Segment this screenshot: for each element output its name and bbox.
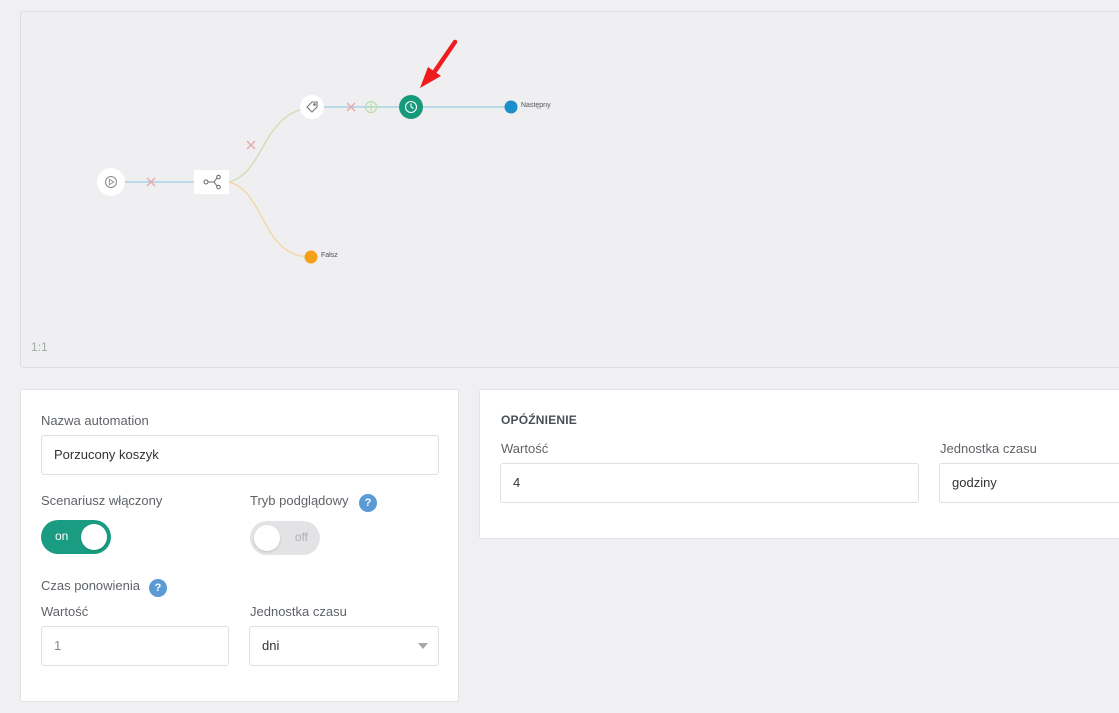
add-step-icon xyxy=(364,100,378,114)
false-output-dot xyxy=(304,250,318,264)
delay-settings-panel: OPÓŹNIENIE Wartość 4 Jednostka czasu god… xyxy=(479,389,1119,539)
toggle-off-text: off xyxy=(294,530,308,544)
next-output-dot xyxy=(504,100,518,114)
scenario-enabled-label: Scenariusz włączony xyxy=(41,493,163,508)
remove-connection-icon xyxy=(246,140,256,150)
chevron-down-icon xyxy=(418,643,428,649)
zoom-level: 1:1 xyxy=(31,340,48,354)
preview-mode-toggle[interactable]: off xyxy=(250,521,320,555)
workflow-canvas[interactable]: Następny Fałsz 1:1 xyxy=(20,11,1119,368)
preview-help-icon[interactable]: ? xyxy=(359,494,377,512)
automation-name-label: Nazwa automation xyxy=(41,413,149,428)
automation-settings-panel: Nazwa automation Porzucony koszyk Scenar… xyxy=(20,389,459,702)
connector-true-branch xyxy=(228,106,314,183)
retry-unit-select[interactable]: dni xyxy=(249,626,439,666)
retry-unit-label: Jednostka czasu xyxy=(250,604,347,619)
delay-unit-select[interactable]: godziny xyxy=(939,463,1119,503)
tag-node xyxy=(300,95,324,119)
start-node xyxy=(97,168,125,196)
delay-unit-label: Jednostka czasu xyxy=(940,441,1037,456)
delay-section-title: OPÓŹNIENIE xyxy=(501,413,578,427)
retry-help-icon[interactable]: ? xyxy=(149,579,167,597)
delay-unit-value: godziny xyxy=(952,475,997,490)
delay-value-label: Wartość xyxy=(501,441,549,456)
retry-value-label: Wartość xyxy=(41,604,89,619)
toggle-knob xyxy=(81,524,107,550)
delay-node xyxy=(399,95,423,119)
next-node-label: Następny xyxy=(521,102,551,109)
automation-name-input[interactable]: Porzucony koszyk xyxy=(41,435,439,475)
toggle-on-text: on xyxy=(55,529,69,543)
workflow-diagram xyxy=(97,39,518,264)
connector-false-branch xyxy=(228,181,312,258)
retry-value-input[interactable]: 1 xyxy=(41,626,229,666)
preview-mode-label: Tryb podglądowy xyxy=(250,493,349,508)
toggle-knob xyxy=(254,525,280,551)
retry-unit-value: dni xyxy=(262,638,280,653)
scenario-enabled-toggle[interactable]: on xyxy=(41,520,111,554)
delay-value-input[interactable]: 4 xyxy=(500,463,919,503)
false-node-label: Fałsz xyxy=(321,252,338,259)
retry-time-label: Czas ponowienia xyxy=(41,578,141,593)
red-arrow-icon xyxy=(420,39,458,88)
split-node xyxy=(194,170,229,194)
